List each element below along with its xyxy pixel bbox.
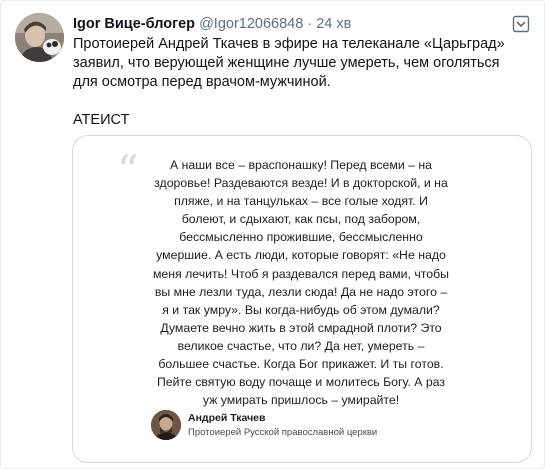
quote-icon: “	[117, 146, 139, 195]
tweet-header: Igor Вице-блогер @Igor12066848 · 24 хв	[73, 14, 504, 34]
tweet-timestamp[interactable]: 24 хв	[316, 16, 351, 32]
tweet-body: Протоиерей Андрей Ткачев в эфире на теле…	[73, 36, 505, 90]
quote-text: А наши все – враспонашку! Перед всеми – …	[152, 158, 450, 408]
user-avatar-image	[15, 13, 64, 62]
user-avatar[interactable]	[15, 13, 64, 62]
author-handle[interactable]: @Igor12066848	[199, 16, 303, 32]
quote-author-title: Протоиерей Русской православной церкви	[188, 427, 378, 438]
more-horizontal-icon[interactable]	[510, 13, 532, 35]
header-separator: ·	[307, 16, 313, 32]
quote-author-name: Андрей Ткачев	[188, 412, 266, 424]
tweet-media-image[interactable]: “ А наши все – враспонашку! Перед всеми …	[72, 135, 532, 463]
tweet-card[interactable]: Igor Вице-блогер @Igor12066848 · 24 хв П…	[0, 0, 545, 469]
author-name[interactable]: Igor Вице-блогер	[73, 16, 195, 32]
tweet-text: Протоиерей Андрей Ткачев в эфире на теле…	[73, 35, 523, 130]
tweet-tag-line: АТЕИСТ	[73, 112, 130, 128]
quote-author-avatar	[151, 410, 181, 440]
